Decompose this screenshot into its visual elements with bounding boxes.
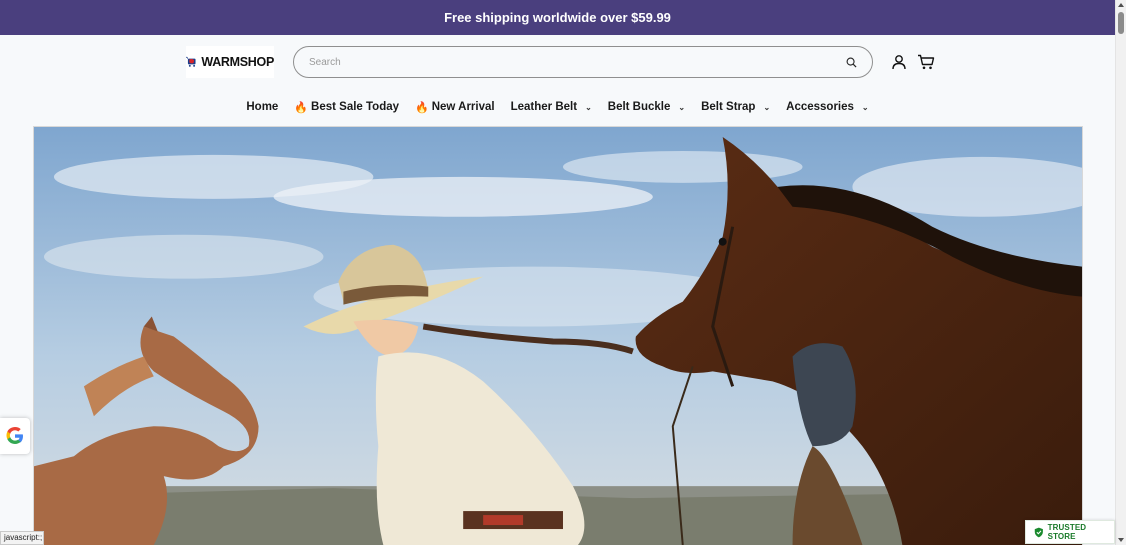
cart-icon[interactable]: [917, 53, 935, 71]
nav-leather-belt-label: Leather Belt: [510, 101, 578, 113]
scroll-down-icon[interactable]: [1118, 538, 1124, 542]
google-icon: [6, 427, 23, 444]
nav-new-arrival[interactable]: 🔥 New Arrival: [415, 101, 495, 114]
main-nav: Home 🔥 Best Sale Today 🔥 New Arrival Leath…: [0, 96, 1115, 118]
search-icon[interactable]: [844, 55, 858, 69]
announcement-text: Free shipping worldwide over $59.99: [444, 10, 671, 25]
trusted-store-badge[interactable]: TRUSTED STORE: [1025, 520, 1115, 544]
search-bar[interactable]: [293, 46, 873, 78]
nav-belt-buckle-label: Belt Buckle: [607, 101, 671, 113]
google-reviews-badge[interactable]: [0, 418, 30, 454]
nav-home-label: Home: [246, 101, 279, 113]
nav-accessories-label: Accessories: [786, 101, 854, 113]
logo-text: WARMSHOP: [201, 55, 274, 69]
scroll-up-icon[interactable]: [1118, 3, 1124, 7]
fire-icon: 🔥: [415, 101, 429, 114]
fire-icon: 🔥: [294, 101, 309, 114]
scroll-thumb[interactable]: [1118, 12, 1124, 34]
chevron-down-icon: ⌄: [678, 102, 686, 112]
browser-status-bar: javascript:;: [0, 531, 44, 545]
nav-leather-belt[interactable]: Leather Belt ⌄: [511, 101, 592, 113]
trusted-store-label: TRUSTED STORE: [1047, 523, 1087, 541]
nav-best-sale[interactable]: 🔥 Best Sale Today: [294, 101, 399, 114]
user-icon[interactable]: [890, 53, 908, 71]
nav-belt-strap[interactable]: Belt Strap ⌄: [701, 101, 770, 113]
nav-new-arrival-label: New Arrival: [431, 101, 495, 113]
hero-banner[interactable]: [33, 126, 1083, 545]
chevron-down-icon: ⌄: [861, 102, 869, 112]
site-logo[interactable]: WARMSHOP: [186, 46, 274, 78]
nav-belt-strap-label: Belt Strap: [701, 101, 756, 113]
chevron-down-icon: ⌄: [763, 102, 771, 112]
nav-home[interactable]: Home: [246, 101, 278, 113]
chevron-down-icon: ⌄: [585, 102, 592, 112]
cart-logo-icon: [186, 56, 196, 67]
shield-check-icon: [1034, 527, 1043, 537]
nav-accessories[interactable]: Accessories ⌄: [786, 101, 868, 113]
nav-best-sale-label: Best Sale Today: [311, 101, 400, 113]
hero-banner-image: [34, 127, 1082, 545]
announcement-bar: Free shipping worldwide over $59.99: [0, 0, 1115, 35]
scrollbar[interactable]: [1115, 0, 1126, 545]
nav-belt-buckle[interactable]: Belt Buckle ⌄: [608, 101, 685, 113]
search-input[interactable]: [309, 56, 844, 68]
